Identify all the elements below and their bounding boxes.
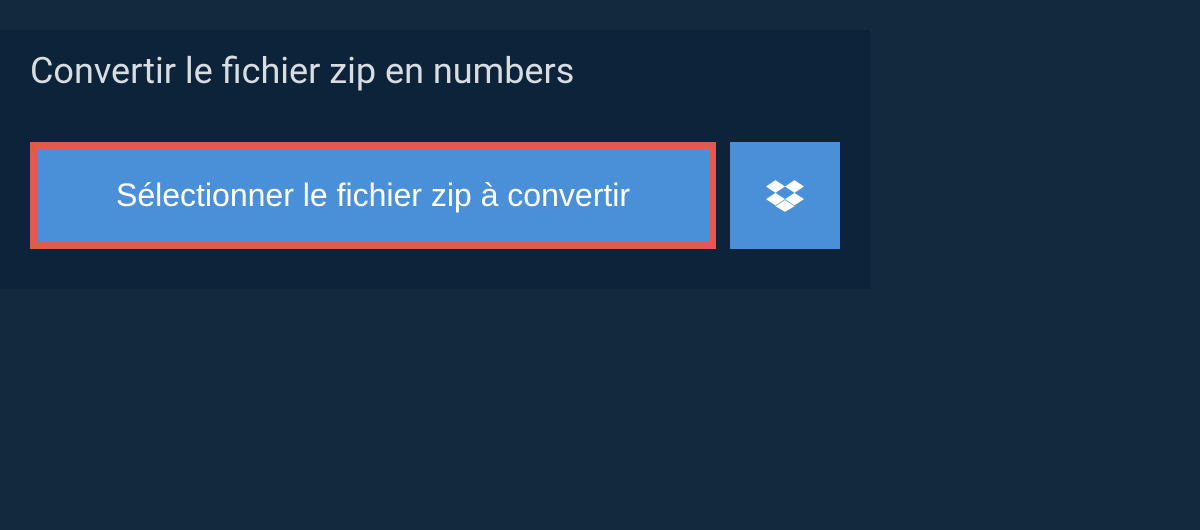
- select-file-label: Sélectionner le fichier zip à convertir: [116, 177, 630, 214]
- dropbox-icon: [766, 177, 804, 215]
- dropbox-button[interactable]: [730, 142, 840, 249]
- title-bar: Convertir le fichier zip en numbers: [0, 30, 604, 112]
- select-file-button[interactable]: Sélectionner le fichier zip à convertir: [30, 142, 716, 249]
- page-title: Convertir le fichier zip en numbers: [30, 50, 574, 92]
- converter-panel: Convertir le fichier zip en numbers Séle…: [0, 30, 870, 289]
- button-container: Sélectionner le fichier zip à convertir: [0, 112, 870, 249]
